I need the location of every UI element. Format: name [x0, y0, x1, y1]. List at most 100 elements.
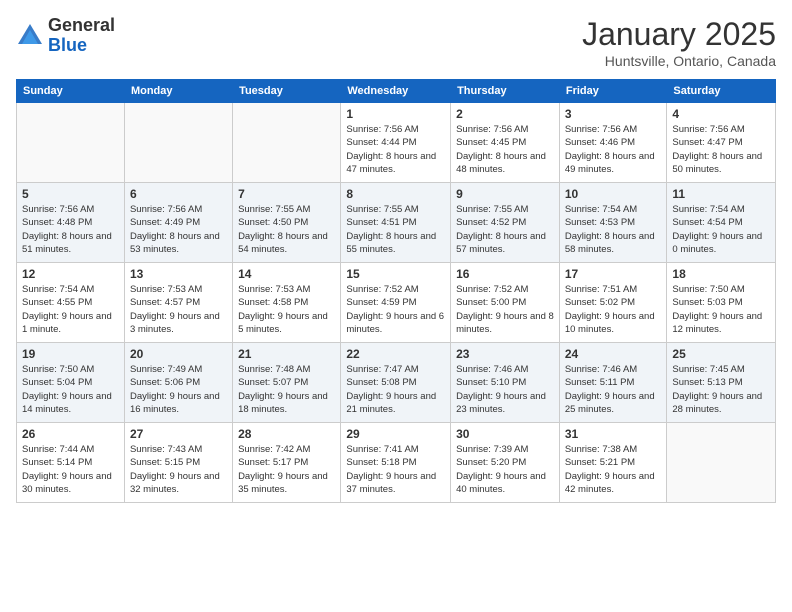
day-info: Sunrise: 7:41 AM Sunset: 5:18 PM Dayligh…	[346, 443, 445, 496]
calendar-cell: 18 Sunrise: 7:50 AM Sunset: 5:03 PM Dayli…	[667, 263, 776, 343]
day-info: Sunrise: 7:47 AM Sunset: 5:08 PM Dayligh…	[346, 363, 445, 416]
calendar-cell: 4 Sunrise: 7:56 AM Sunset: 4:47 PM Daylig…	[667, 103, 776, 183]
day-info: Sunrise: 7:39 AM Sunset: 5:20 PM Dayligh…	[456, 443, 554, 496]
day-number: 29	[346, 427, 445, 441]
calendar-cell: 14Sunrise: 7:53 AM Sunset: 4:58 PM Dayli…	[233, 263, 341, 343]
calendar-cell: 28Sunrise: 7:42 AM Sunset: 5:17 PM Dayli…	[233, 423, 341, 503]
day-info: Sunrise: 7:38 AM Sunset: 5:21 PM Dayligh…	[565, 443, 662, 496]
calendar-cell: 3 Sunrise: 7:56 AM Sunset: 4:46 PM Daylig…	[559, 103, 667, 183]
week-row-3: 12 Sunrise: 7:54 AM Sunset: 4:55 PM Dayli…	[17, 263, 776, 343]
title-block: January 2025 Huntsville, Ontario, Canada	[582, 16, 776, 69]
location: Huntsville, Ontario, Canada	[582, 53, 776, 69]
calendar-cell: 12 Sunrise: 7:54 AM Sunset: 4:55 PM Dayli…	[17, 263, 125, 343]
calendar-cell: 24Sunrise: 7:46 AM Sunset: 5:11 PM Dayli…	[559, 343, 667, 423]
day-number: 22	[346, 347, 445, 361]
day-number: 21	[238, 347, 335, 361]
day-info: Sunrise: 7:56 AM Sunset: 4:49 PM Dayligh…	[130, 203, 227, 256]
day-info: Sunrise: 7:52 AM Sunset: 5:00 PM Dayligh…	[456, 283, 554, 336]
day-info: Sunrise: 7:54 AM Sunset: 4:54 PM Dayligh…	[672, 203, 770, 256]
day-number: 13	[130, 267, 227, 281]
weekday-saturday: Saturday	[667, 80, 776, 103]
day-number: 8	[346, 187, 445, 201]
calendar-cell	[233, 103, 341, 183]
calendar-cell: 19 Sunrise: 7:50 AM Sunset: 5:04 PM Dayli…	[17, 343, 125, 423]
weekday-thursday: Thursday	[451, 80, 560, 103]
weekday-sunday: Sunday	[17, 80, 125, 103]
calendar-cell: 27 Sunrise: 7:43 AM Sunset: 5:15 PM Dayli…	[124, 423, 232, 503]
day-number: 1	[346, 107, 445, 121]
day-number: 3	[565, 107, 662, 121]
day-info: Sunrise: 7:54 AM Sunset: 4:55 PM Dayligh…	[22, 283, 119, 336]
calendar-cell: 16 Sunrise: 7:52 AM Sunset: 5:00 PM Dayli…	[451, 263, 560, 343]
day-number: 18	[672, 267, 770, 281]
header: General Blue January 2025 Huntsville, On…	[16, 16, 776, 69]
calendar-cell: 26 Sunrise: 7:44 AM Sunset: 5:14 PM Dayli…	[17, 423, 125, 503]
weekday-friday: Friday	[559, 80, 667, 103]
calendar-cell: 7Sunrise: 7:55 AM Sunset: 4:50 PM Daylig…	[233, 183, 341, 263]
calendar-cell: 21 Sunrise: 7:48 AM Sunset: 5:07 PM Dayli…	[233, 343, 341, 423]
day-info: Sunrise: 7:48 AM Sunset: 5:07 PM Dayligh…	[238, 363, 335, 416]
day-number: 14	[238, 267, 335, 281]
logo: General Blue	[16, 16, 115, 56]
calendar-cell: 9 Sunrise: 7:55 AM Sunset: 4:52 PM Daylig…	[451, 183, 560, 263]
day-number: 23	[456, 347, 554, 361]
day-info: Sunrise: 7:56 AM Sunset: 4:45 PM Dayligh…	[456, 123, 554, 176]
week-row-1: 1 Sunrise: 7:56 AM Sunset: 4:44 PM Daylig…	[17, 103, 776, 183]
day-info: Sunrise: 7:52 AM Sunset: 4:59 PM Dayligh…	[346, 283, 445, 336]
day-info: Sunrise: 7:55 AM Sunset: 4:50 PM Dayligh…	[238, 203, 335, 256]
day-info: Sunrise: 7:56 AM Sunset: 4:47 PM Dayligh…	[672, 123, 770, 176]
calendar-cell: 2 Sunrise: 7:56 AM Sunset: 4:45 PM Daylig…	[451, 103, 560, 183]
calendar-cell: 1 Sunrise: 7:56 AM Sunset: 4:44 PM Daylig…	[341, 103, 451, 183]
day-number: 16	[456, 267, 554, 281]
calendar-cell: 11 Sunrise: 7:54 AM Sunset: 4:54 PM Dayli…	[667, 183, 776, 263]
calendar-cell: 25 Sunrise: 7:45 AM Sunset: 5:13 PM Dayli…	[667, 343, 776, 423]
day-info: Sunrise: 7:56 AM Sunset: 4:44 PM Dayligh…	[346, 123, 445, 176]
calendar-cell: 15Sunrise: 7:52 AM Sunset: 4:59 PM Dayli…	[341, 263, 451, 343]
day-number: 10	[565, 187, 662, 201]
logo-icon	[16, 22, 44, 50]
day-info: Sunrise: 7:50 AM Sunset: 5:04 PM Dayligh…	[22, 363, 119, 416]
calendar-cell: 29 Sunrise: 7:41 AM Sunset: 5:18 PM Dayli…	[341, 423, 451, 503]
day-info: Sunrise: 7:55 AM Sunset: 4:52 PM Dayligh…	[456, 203, 554, 256]
day-info: Sunrise: 7:56 AM Sunset: 4:48 PM Dayligh…	[22, 203, 119, 256]
day-info: Sunrise: 7:43 AM Sunset: 5:15 PM Dayligh…	[130, 443, 227, 496]
calendar-cell	[667, 423, 776, 503]
day-number: 5	[22, 187, 119, 201]
weekday-wednesday: Wednesday	[341, 80, 451, 103]
month-title: January 2025	[582, 16, 776, 53]
calendar-cell: 22 Sunrise: 7:47 AM Sunset: 5:08 PM Dayli…	[341, 343, 451, 423]
calendar: SundayMondayTuesdayWednesdayThursdayFrid…	[16, 79, 776, 503]
day-number: 20	[130, 347, 227, 361]
calendar-cell: 13 Sunrise: 7:53 AM Sunset: 4:57 PM Dayli…	[124, 263, 232, 343]
day-info: Sunrise: 7:45 AM Sunset: 5:13 PM Dayligh…	[672, 363, 770, 416]
day-info: Sunrise: 7:49 AM Sunset: 5:06 PM Dayligh…	[130, 363, 227, 416]
logo-blue: Blue	[48, 36, 115, 56]
day-info: Sunrise: 7:44 AM Sunset: 5:14 PM Dayligh…	[22, 443, 119, 496]
day-number: 11	[672, 187, 770, 201]
day-number: 27	[130, 427, 227, 441]
day-number: 12	[22, 267, 119, 281]
day-info: Sunrise: 7:56 AM Sunset: 4:46 PM Dayligh…	[565, 123, 662, 176]
day-number: 26	[22, 427, 119, 441]
day-number: 2	[456, 107, 554, 121]
day-number: 31	[565, 427, 662, 441]
week-row-2: 5 Sunrise: 7:56 AM Sunset: 4:48 PM Daylig…	[17, 183, 776, 263]
day-number: 6	[130, 187, 227, 201]
day-info: Sunrise: 7:42 AM Sunset: 5:17 PM Dayligh…	[238, 443, 335, 496]
logo-general: General	[48, 16, 115, 36]
calendar-cell: 20 Sunrise: 7:49 AM Sunset: 5:06 PM Dayli…	[124, 343, 232, 423]
calendar-cell: 5 Sunrise: 7:56 AM Sunset: 4:48 PM Daylig…	[17, 183, 125, 263]
calendar-cell: 8Sunrise: 7:55 AM Sunset: 4:51 PM Daylig…	[341, 183, 451, 263]
day-info: Sunrise: 7:51 AM Sunset: 5:02 PM Dayligh…	[565, 283, 662, 336]
day-number: 4	[672, 107, 770, 121]
day-info: Sunrise: 7:50 AM Sunset: 5:03 PM Dayligh…	[672, 283, 770, 336]
calendar-cell: 17Sunrise: 7:51 AM Sunset: 5:02 PM Dayli…	[559, 263, 667, 343]
day-number: 25	[672, 347, 770, 361]
day-number: 9	[456, 187, 554, 201]
calendar-cell: 6 Sunrise: 7:56 AM Sunset: 4:49 PM Daylig…	[124, 183, 232, 263]
day-number: 19	[22, 347, 119, 361]
day-info: Sunrise: 7:53 AM Sunset: 4:57 PM Dayligh…	[130, 283, 227, 336]
calendar-cell: 10Sunrise: 7:54 AM Sunset: 4:53 PM Dayli…	[559, 183, 667, 263]
calendar-cell: 31 Sunrise: 7:38 AM Sunset: 5:21 PM Dayli…	[559, 423, 667, 503]
weekday-header-row: SundayMondayTuesdayWednesdayThursdayFrid…	[17, 80, 776, 103]
